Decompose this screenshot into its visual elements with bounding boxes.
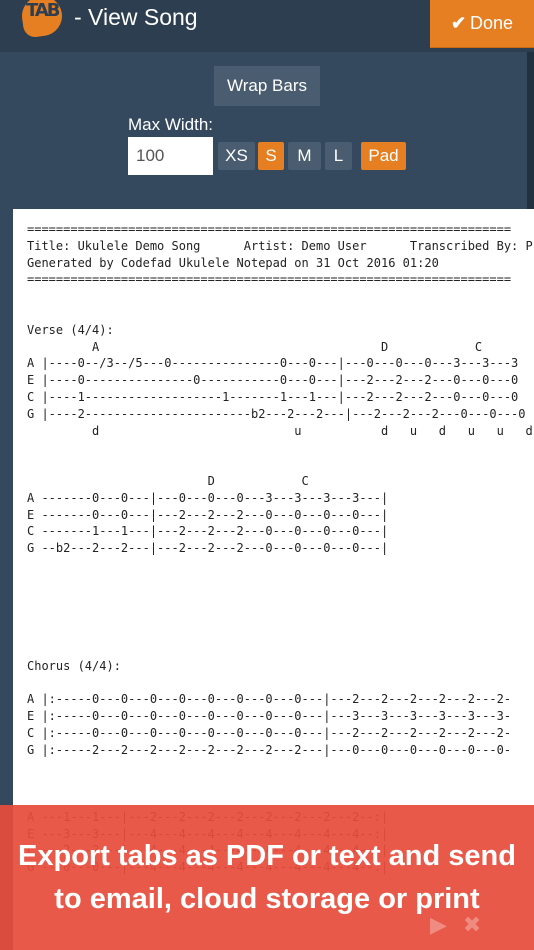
wrap-bars-button[interactable]: Wrap Bars: [214, 66, 320, 106]
tab-line: C -------1---1---|---2---2---2---0---0--…: [27, 524, 389, 539]
app-header: TAB - View Song ✔ Done: [0, 0, 534, 52]
done-button[interactable]: ✔ Done: [430, 0, 534, 48]
tab-line: A |----0--/3--/5---0---------------0---0…: [27, 356, 519, 371]
close-icon: ✖: [462, 912, 498, 937]
tab-line: G |:-----2---2---2---2---2---2---2---2--…: [27, 742, 512, 757]
tab-line: ========================================…: [27, 272, 512, 287]
tab-line: G --b2---2---2---|---2---2---2---0---0--…: [27, 541, 389, 556]
size-xs-button[interactable]: XS: [218, 142, 255, 170]
tab-line: E -------0---0---|---2---2---2---0---0--…: [27, 507, 389, 522]
tab-line: C |----1-------------------1-------1---1…: [27, 389, 519, 404]
tab-text: ========================================…: [27, 221, 533, 876]
tab-line: Generated by Codefad Ukulele Notepad on …: [27, 255, 439, 270]
check-icon: ✔: [450, 13, 467, 33]
max-width-label: Max Width:: [128, 115, 214, 134]
tab-line: G |----2-----------------------b2---2---…: [27, 406, 526, 421]
banner-ghost-icons: ▶✖: [430, 912, 497, 938]
tab-line: A D C: [27, 339, 483, 354]
done-label: Done: [470, 13, 514, 33]
tab-line: Title: Ukulele Demo Song Artist: Demo Us…: [27, 238, 533, 253]
tab-line: A -------0---0---|---0---0---0---3---3--…: [27, 490, 389, 505]
max-width-input[interactable]: [128, 137, 213, 175]
tab-line: D C: [27, 473, 309, 488]
page-title: - View Song: [74, 4, 198, 30]
tab-line: E |----0---------------0-----------0---0…: [27, 373, 519, 388]
pad-button[interactable]: Pad: [361, 142, 406, 170]
scrollbar[interactable]: [527, 52, 534, 212]
size-s-button[interactable]: S: [258, 142, 284, 170]
tab-line: A |:-----0---0---0---0---0---0---0---0--…: [27, 692, 512, 707]
tab-line: d u d u d u u d: [27, 423, 533, 438]
tab-line: Chorus (4/4):: [27, 658, 121, 673]
tab-line: C |:-----0---0---0---0---0---0---0---0--…: [27, 725, 512, 740]
tab-line: E |:-----0---0---0---0---0---0---0---0--…: [27, 709, 512, 724]
play-icon: ▶: [430, 912, 463, 937]
size-l-button[interactable]: L: [325, 142, 352, 170]
tab-line: Verse (4/4):: [27, 322, 114, 337]
logo-text: TAB: [26, 0, 61, 21]
tab-line: ========================================…: [27, 222, 512, 236]
size-m-button[interactable]: M: [288, 142, 321, 170]
banner-text: Export tabs as PDF or text and send to e…: [18, 839, 516, 915]
